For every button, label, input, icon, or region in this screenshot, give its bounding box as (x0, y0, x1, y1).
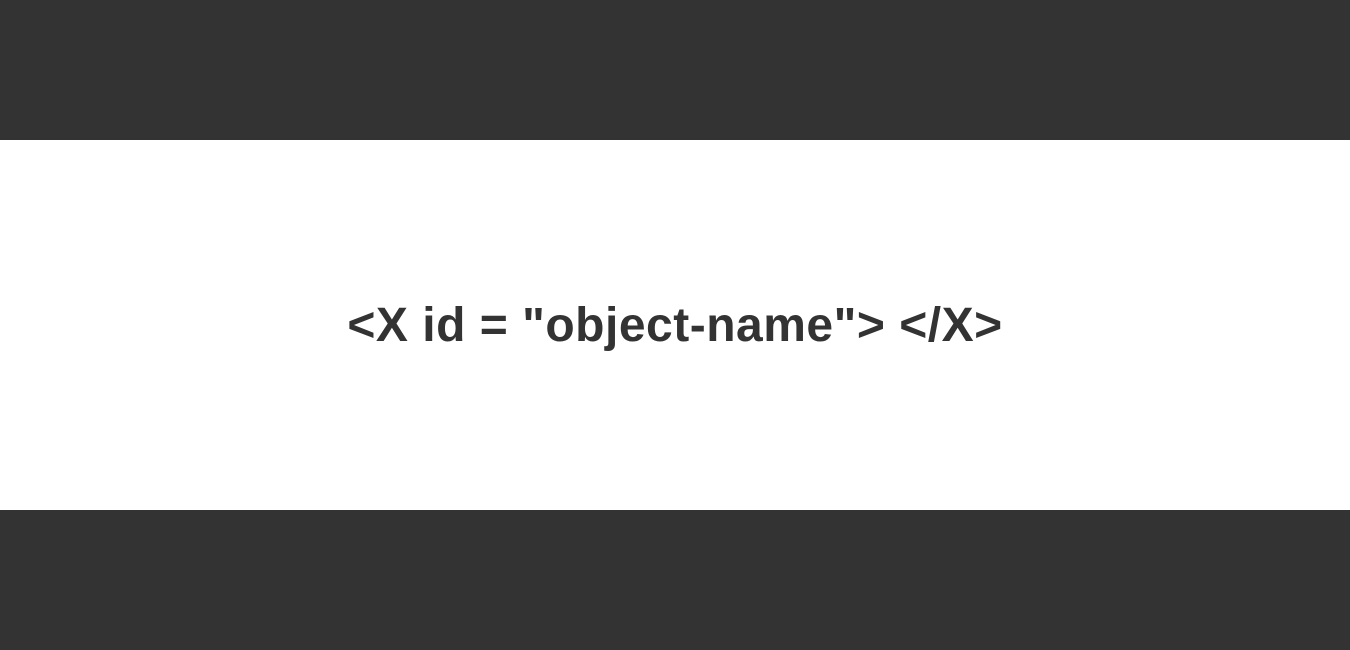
code-snippet-text: <X id = "object-name"> </X> (347, 298, 1002, 353)
content-area: <X id = "object-name"> </X> (0, 140, 1350, 510)
bottom-dark-bar (0, 510, 1350, 650)
top-dark-bar (0, 0, 1350, 140)
